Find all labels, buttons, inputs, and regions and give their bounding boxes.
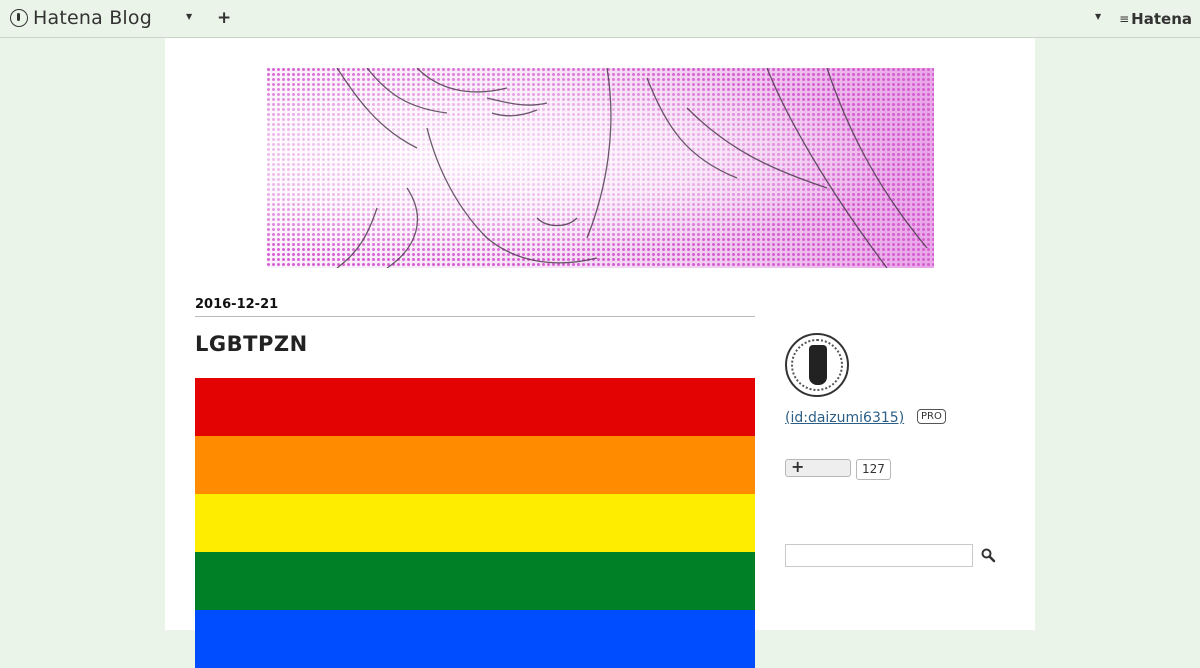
user-avatar[interactable] bbox=[785, 333, 849, 397]
flag-stripe bbox=[195, 378, 755, 436]
reader-count: 127 bbox=[856, 459, 891, 480]
entry-date[interactable]: 2016-12-21 bbox=[195, 297, 278, 312]
search-input[interactable] bbox=[785, 544, 973, 567]
global-header: Hatena Blog ▼ + ▼ ≡ Hatena bbox=[0, 0, 1200, 38]
flag-stripe bbox=[195, 610, 755, 668]
user-id-link[interactable]: (id:daizumi6315) bbox=[785, 410, 904, 426]
entry-title[interactable]: LGBTPZN bbox=[195, 332, 308, 356]
rainbow-flag-image bbox=[195, 378, 755, 668]
date-divider bbox=[195, 316, 755, 317]
hatena-logo-icon bbox=[10, 9, 28, 27]
flag-stripe bbox=[195, 494, 755, 552]
hatena-mark-icon: ≡ bbox=[1119, 12, 1129, 26]
blog-page: 2016-12-21 LGBTPZN (id:daizumi6315) PRO … bbox=[165, 38, 1035, 668]
pro-badge: PRO bbox=[917, 409, 946, 424]
hatena-blog-logo[interactable]: Hatena Blog bbox=[10, 7, 152, 29]
magnifier-icon[interactable] bbox=[980, 547, 996, 563]
brand-name: Hatena Blog bbox=[33, 7, 152, 29]
header-sketch-drawing bbox=[336, 68, 928, 268]
flag-stripe bbox=[195, 552, 755, 610]
hatena-label: Hatena bbox=[1131, 10, 1192, 28]
blog-header-image[interactable] bbox=[267, 68, 934, 268]
flag-stripe bbox=[195, 436, 755, 494]
subscribe-button[interactable]: + bbox=[785, 457, 851, 477]
account-menu-dropdown-icon[interactable]: ▼ bbox=[1095, 12, 1101, 21]
blog-menu-dropdown-icon[interactable]: ▼ bbox=[186, 12, 192, 21]
hatena-link[interactable]: ≡ Hatena bbox=[1119, 10, 1192, 28]
avatar-swimsuit-figure bbox=[809, 345, 827, 385]
new-post-button[interactable]: + bbox=[217, 8, 231, 28]
plus-icon: + bbox=[791, 457, 805, 476]
